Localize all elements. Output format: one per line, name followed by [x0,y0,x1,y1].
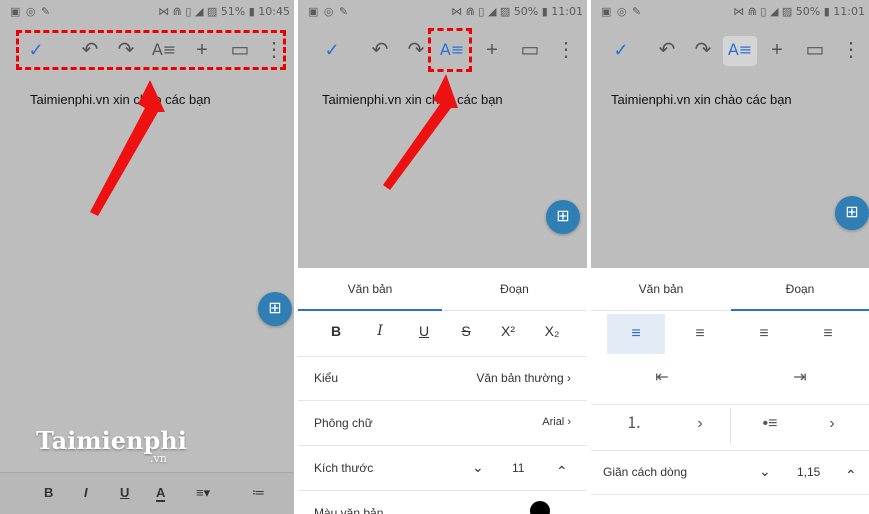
format-sheet: Văn bản Đoạn B I U S X² X₂ Kiểu Văn bản … [298,268,587,514]
screen-3: ▣ ◎ ✎ ⋈ ⋒ ▯ ◢ ▨ 50% ▮ 11:01 ✓ ↶ ↷ A≡ + ▭… [591,0,869,514]
watermark-text: Taimienphi [36,426,187,455]
font-value: Arial › [542,416,571,428]
format-text-icon[interactable]: A≡ [726,38,754,62]
more-icon[interactable]: ⋮ [841,38,861,62]
check-icon[interactable]: ✓ [607,38,635,62]
underline-button[interactable]: U [410,323,438,339]
italic-button[interactable]: I [366,323,394,339]
superscript-button[interactable]: X² [494,323,522,339]
status-right: ⋈ ⋒ ▯ ◢ ▨ 50% ▮ 11:01 [733,5,865,18]
numbered-list-icon[interactable]: ⒈ [605,404,663,444]
watermark-sub: .vn [150,452,167,465]
text-color-label: Màu văn bản [314,506,384,514]
chevron-right-icon: › [567,371,571,385]
format-tabs: Văn bản Đoạn [298,268,587,311]
status-left: ▣ ◎ ✎ [601,5,643,18]
style-value: Văn bản thường › [476,371,571,385]
chevron-down-icon[interactable]: ⌄ [472,459,484,476]
chevron-right-icon: › [567,416,571,428]
tab-text[interactable]: Văn bản [298,268,442,311]
align-center-icon[interactable]: ≡ [671,314,729,354]
bold-button[interactable]: B [322,323,350,339]
chevron-up-icon[interactable]: ⌃ [845,467,857,484]
screen-2: ▣ ◎ ✎ ⋈ ⋒ ▯ ◢ ▨ 50% ▮ 11:01 ✓ ↶ ↷ A≡ + ▭… [298,0,587,514]
line-spacing-row: Giãn cách dòng ⌄ 1,15 ⌃ [591,450,869,495]
watermark-logo: Taimienphi .vn [36,426,187,465]
format-tabs: Văn bản Đoạn [591,268,869,311]
style-row[interactable]: Kiểu Văn bản thường › [298,356,587,401]
indent-buttons: ⇤ ⇥ [591,358,869,405]
tutorial-screenshot: ▣ ◎ ✎ ⋈ ⋒ ▯ ◢ ▨ 51% ▮ 10:45 ✓ ↶ ↷ A≡ + ▭… [0,0,869,514]
align-right-icon[interactable]: ≡ [735,314,793,354]
subscript-button[interactable]: X₂ [538,323,566,339]
undo-icon[interactable]: ↶ [653,38,681,62]
status-bar: ▣ ◎ ✎ ⋈ ⋒ ▯ ◢ ▨ 50% ▮ 11:01 [591,0,869,22]
fab-icon[interactable]: ⊞ [546,200,580,234]
divider [730,408,731,444]
size-label: Kích thước [314,461,374,475]
align-left-icon[interactable]: ≡ [607,314,665,354]
text-color-button[interactable]: A [156,485,166,502]
font-label: Phông chữ [314,416,373,430]
chevron-down-icon[interactable]: ⌄ [759,463,771,480]
font-row[interactable]: Phông chữ Arial › [298,401,587,446]
document-text[interactable]: Taimienphi.vn xin chào các bạn [611,92,792,107]
format-sheet: Văn bản Đoạn ≡ ≡ ≡ ≡ ⇤ ⇥ ⒈ › •≡ › Giãn c… [591,268,869,514]
chevron-right-icon[interactable]: › [803,404,861,444]
tab-text[interactable]: Văn bản [591,268,731,310]
italic-button[interactable]: I [84,485,88,500]
list-button[interactable]: ≔ [252,485,265,501]
indent-decrease-icon[interactable]: ⇤ [633,358,691,398]
strikethrough-button[interactable]: S [452,323,480,339]
bullet-list-icon[interactable]: •≡ [741,404,799,444]
chevron-up-icon[interactable]: ⌃ [556,463,568,480]
format-bar: B I U A ≡▾ ≔ [0,472,294,514]
indent-increase-icon[interactable]: ⇥ [771,358,829,398]
line-spacing-value: 1,15 [797,465,821,479]
size-value: 11 [512,461,525,475]
comment-icon[interactable]: ▭ [801,38,829,62]
tab-paragraph[interactable]: Đoạn [442,268,587,310]
list-buttons: ⒈ › •≡ › [591,404,869,451]
size-row: Kích thước ⌄ 11 ⌃ [298,446,587,491]
editor-toolbar: ✓ ↶ ↷ A≡ + ▭ ⋮ [591,30,869,70]
tab-paragraph[interactable]: Đoạn [731,268,869,311]
fab-icon[interactable]: ⊞ [258,292,292,326]
fab-icon[interactable]: ⊞ [835,196,869,230]
add-icon[interactable]: + [763,38,791,62]
text-color-row[interactable]: Màu văn bản [298,491,587,514]
align-dropdown-button[interactable]: ≡▾ [196,485,210,501]
style-label: Kiểu [314,371,339,385]
line-spacing-label: Giãn cách dòng [603,465,688,479]
color-swatch [530,501,550,514]
underline-button[interactable]: U [120,485,129,500]
text-style-buttons: B I U S X² X₂ [298,310,587,357]
bold-button[interactable]: B [44,485,53,500]
screen-1: ▣ ◎ ✎ ⋈ ⋒ ▯ ◢ ▨ 51% ▮ 10:45 ✓ ↶ ↷ A≡ + ▭… [0,0,294,514]
alignment-buttons: ≡ ≡ ≡ ≡ [591,314,869,360]
redo-icon[interactable]: ↷ [689,38,717,62]
chevron-right-icon[interactable]: › [671,404,729,444]
align-justify-icon[interactable]: ≡ [799,314,857,354]
